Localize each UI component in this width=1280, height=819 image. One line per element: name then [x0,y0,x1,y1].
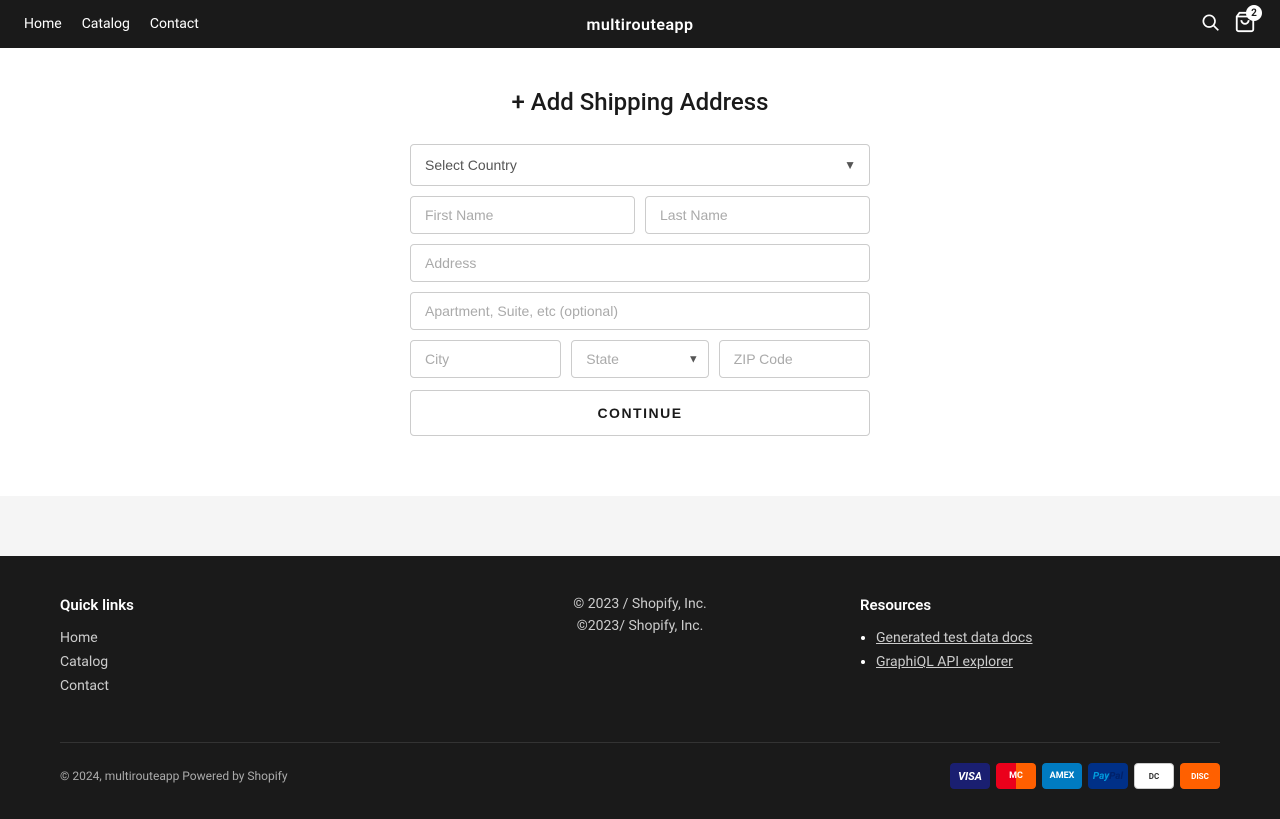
resources-link-1[interactable]: GraphiQL API explorer [876,654,1220,670]
navbar: Home Catalog Contact multirouteapp 2 [0,0,1280,48]
nav-icons: 2 [1200,11,1256,37]
visa-icon: VISA [950,763,990,789]
nav-links: Home Catalog Contact [24,16,199,32]
nav-home[interactable]: Home [24,16,62,32]
footer-resources: Resources Generated test data docs Graph… [860,596,1220,702]
discover-icon: DISC [1180,763,1220,789]
footer-top: Quick links Home Catalog Contact © 2023 … [60,596,1220,702]
state-select[interactable]: State [571,340,709,378]
amex-icon: AMEX [1042,763,1082,789]
zip-field [719,340,870,378]
first-name-input[interactable] [410,196,635,234]
resources-list: Generated test data docs GraphiQL API ex… [860,630,1220,670]
city-state-zip-row: State ▼ [410,340,870,378]
diners-icon: DC [1134,763,1174,789]
apartment-field [410,292,870,330]
address-field [410,244,870,282]
footer-bottom-copyright: © 2024, multirouteapp Powered by Shopify [60,769,288,783]
footer: Quick links Home Catalog Contact © 2023 … [0,556,1280,819]
mastercard-icon: MC [996,763,1036,789]
resources-title: Resources [860,596,1220,614]
apartment-input[interactable] [410,292,870,330]
list-item: GraphiQL API explorer [876,654,1220,670]
site-brand: multirouteapp [586,15,693,34]
footer-center: © 2023 / Shopify, Inc. ©2023/ Shopify, I… [460,596,820,702]
country-select[interactable]: Select Country [410,144,870,186]
nav-contact[interactable]: Contact [150,16,199,32]
footer-link-home[interactable]: Home [60,630,420,646]
footer-link-catalog[interactable]: Catalog [60,654,420,670]
footer-copyright: © 2023 / Shopify, Inc. [460,596,820,612]
name-row [410,196,870,234]
country-select-wrapper: Select Country ▼ [410,144,870,186]
search-icon[interactable] [1200,12,1220,36]
shipping-address-form: Select Country ▼ [410,144,870,436]
last-name-input[interactable] [645,196,870,234]
gray-separator [0,496,1280,556]
first-name-field [410,196,635,234]
list-item: Generated test data docs [876,630,1220,646]
continue-button[interactable]: CONTINUE [410,390,870,436]
zip-input[interactable] [719,340,870,378]
footer-copyright2: ©2023/ Shopify, Inc. [460,618,820,634]
last-name-field [645,196,870,234]
main-content: + Add Shipping Address Select Country ▼ [0,48,1280,496]
footer-bottom: © 2024, multirouteapp Powered by Shopify… [60,742,1220,789]
quick-links-title: Quick links [60,596,420,614]
page-title: + Add Shipping Address [20,88,1260,116]
nav-catalog[interactable]: Catalog [82,16,130,32]
footer-link-contact[interactable]: Contact [60,678,420,694]
address-input[interactable] [410,244,870,282]
payment-icons: VISA MC AMEX PayPal DC DISC [950,763,1220,789]
state-select-wrapper: State ▼ [571,340,709,378]
paypal-icon: PayPal [1088,763,1128,789]
city-input[interactable] [410,340,561,378]
city-field [410,340,561,378]
resources-link-0[interactable]: Generated test data docs [876,630,1220,646]
cart-badge: 2 [1246,5,1262,21]
cart-icon[interactable]: 2 [1234,11,1256,37]
footer-quick-links: Quick links Home Catalog Contact [60,596,420,702]
